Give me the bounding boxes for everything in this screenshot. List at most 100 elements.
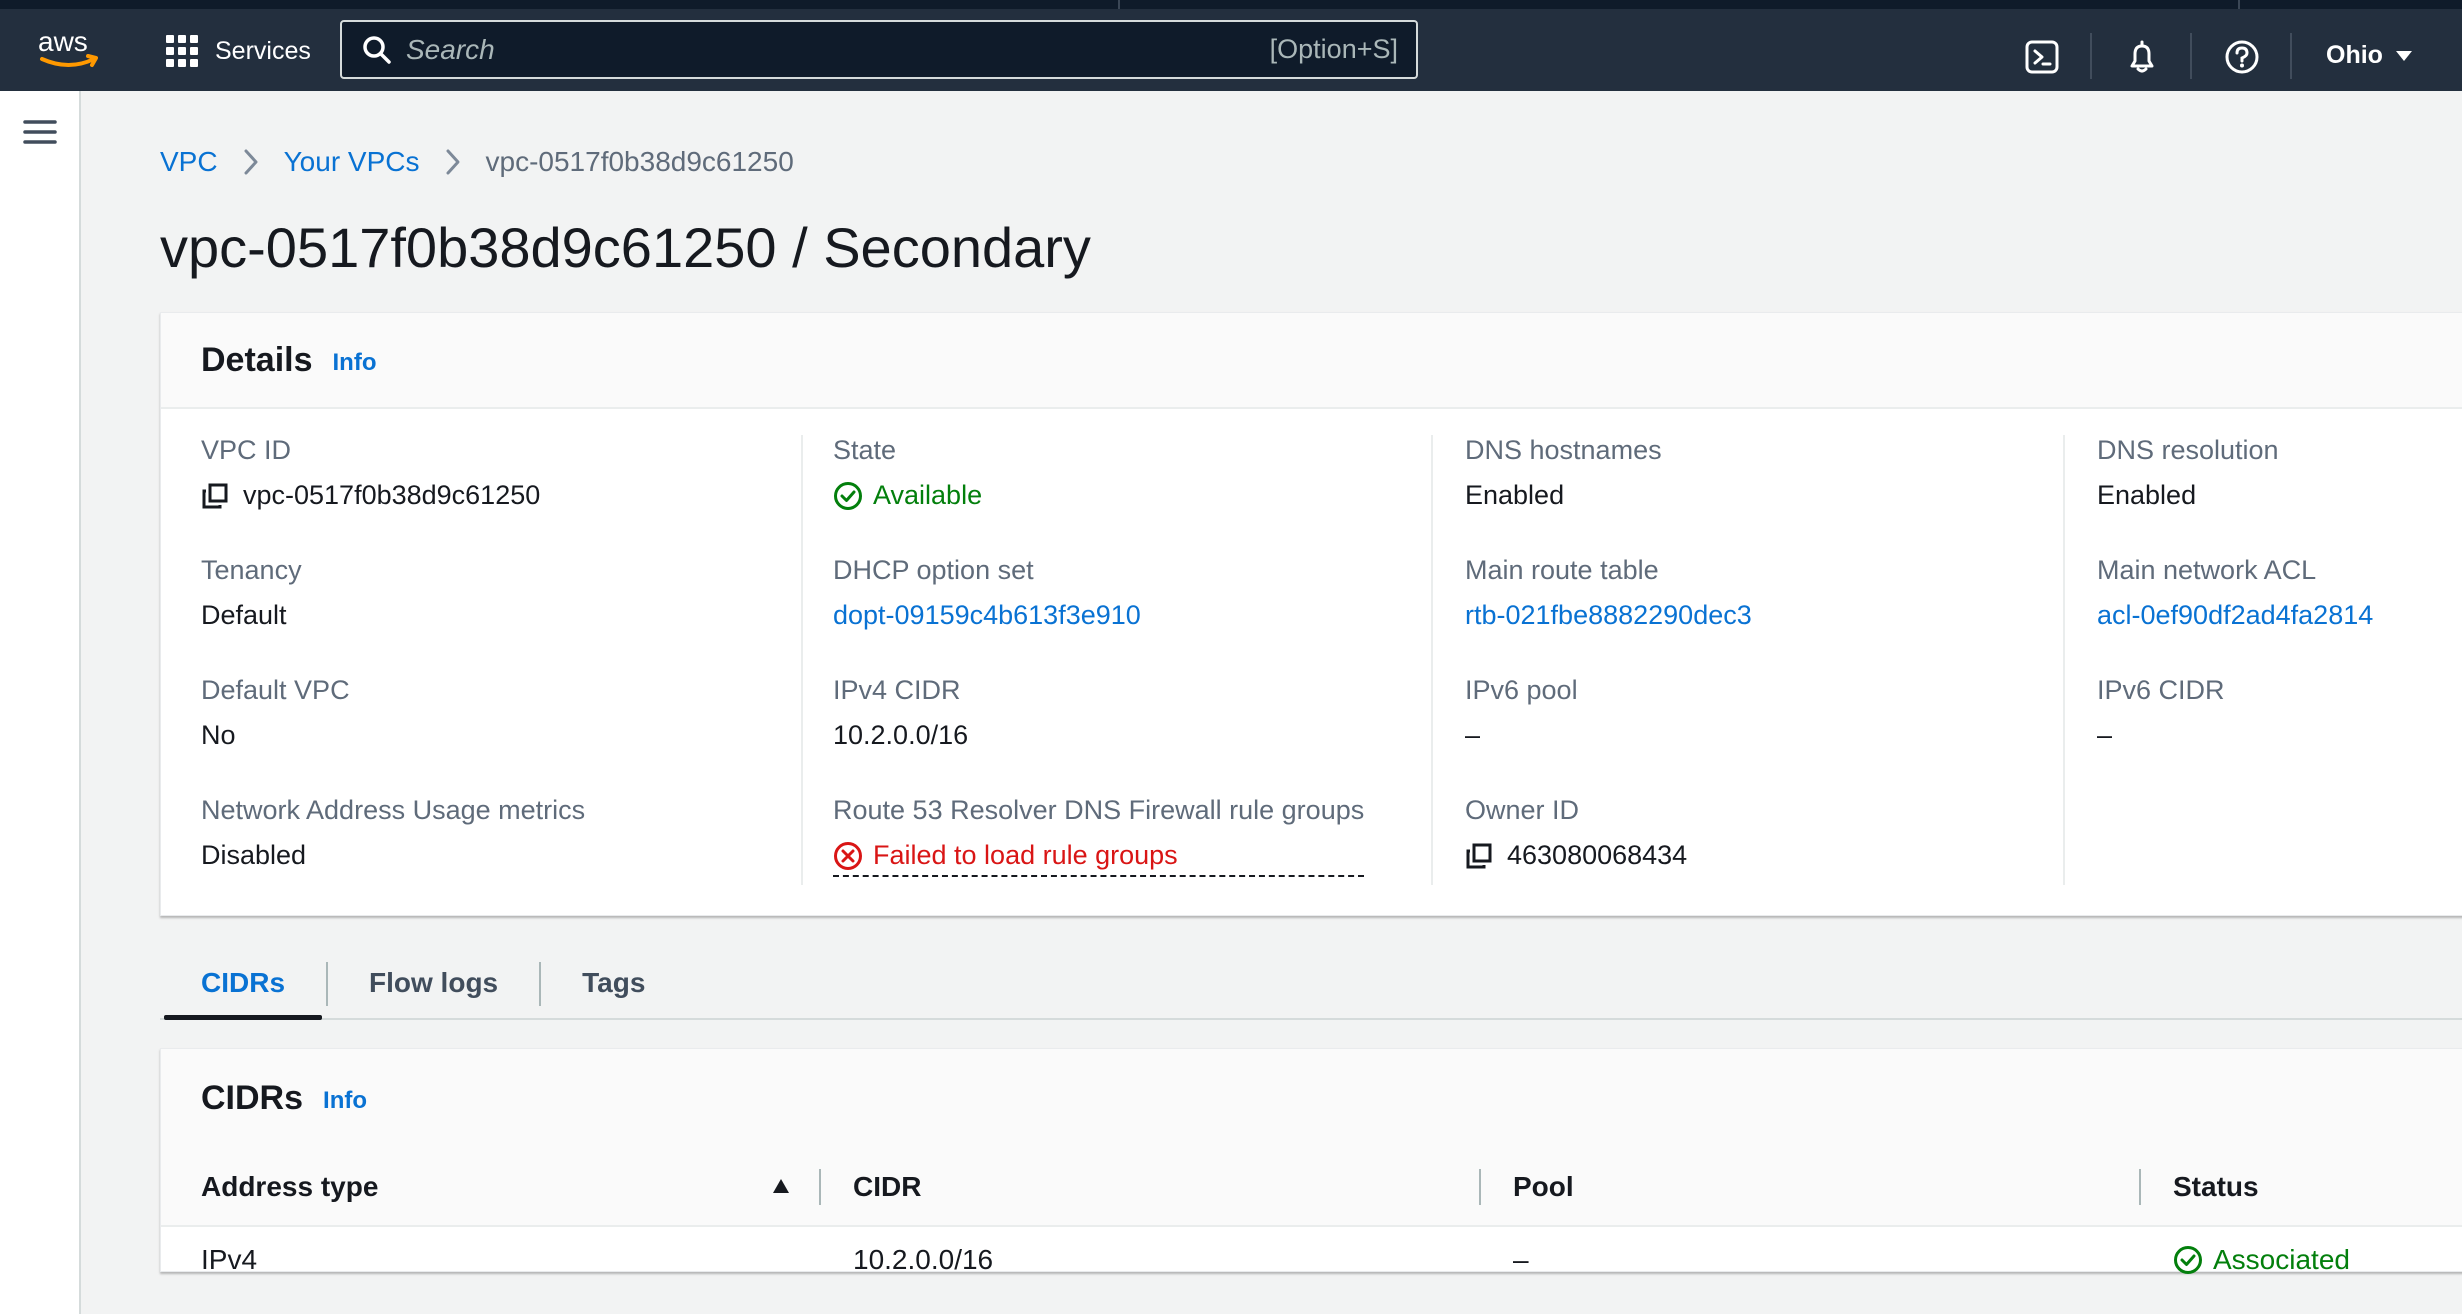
aws-logo-text: aws (38, 26, 88, 57)
top-strip-divider (2238, 0, 2240, 9)
bell-icon[interactable] (2124, 39, 2160, 75)
nav-divider (2090, 33, 2092, 79)
field-label: VPC ID (201, 435, 292, 465)
nav-divider (2190, 33, 2192, 79)
detail-tabs: CIDRs Flow logs Tags (160, 948, 2462, 1020)
chevron-right-icon (446, 149, 460, 175)
success-icon (834, 481, 862, 510)
owner-id-value: 463080068434 (1507, 840, 1688, 870)
top-strip-divider (1118, 0, 1120, 9)
field-label: IPv4 CIDR (833, 675, 961, 705)
field-value: vpc-0517f0b38d9c61250 (201, 480, 540, 511)
field-label: Owner ID (1465, 795, 1580, 825)
help-icon[interactable] (2224, 39, 2260, 75)
column-header-address-type[interactable]: Address type (201, 1147, 378, 1227)
column-divider (801, 435, 803, 885)
breadcrumb-your-vpcs-link[interactable]: Your VPCs (284, 146, 420, 178)
region-selector[interactable]: Ohio (2326, 41, 2413, 70)
details-column-2: State Available DHCP option set dopt-091… (833, 435, 1413, 877)
route53-error-popover[interactable]: Failed to load rule groups (833, 840, 1365, 877)
search-shortcut-hint: [Option+S] (1269, 34, 1398, 64)
field-route53-firewall: Route 53 Resolver DNS Firewall rule grou… (833, 795, 1365, 877)
side-navigation-rail (0, 91, 81, 1314)
region-label: Ohio (2326, 41, 2383, 69)
cell-cidr: 10.2.0.0/16 (853, 1244, 994, 1275)
details-title: Details (201, 340, 313, 379)
vpc-id-value: vpc-0517f0b38d9c61250 (243, 480, 541, 510)
field-ipv4-cidr: IPv4 CIDR 10.2.0.0/16 (833, 675, 968, 751)
search-box[interactable]: [Option+S] (340, 20, 1418, 79)
details-column-1: VPC ID vpc-0517f0b38d9c61250 Tenancy Def… (201, 435, 781, 870)
top-navigation: aws Services [Option+S] (0, 0, 2462, 91)
dhcp-option-set-link[interactable]: dopt-09159c4b613f3e910 (833, 600, 1141, 631)
column-header-pool[interactable]: Pool (1513, 1147, 1574, 1227)
field-label: Main route table (1465, 555, 1659, 585)
field-label: State (833, 435, 897, 465)
ipv6-pool-value: – (1465, 720, 1481, 750)
grid-icon (166, 35, 198, 67)
success-icon (2174, 1246, 2202, 1274)
tab-tags[interactable]: Tags (541, 948, 686, 1018)
error-icon (834, 841, 862, 870)
tenancy-value: Default (201, 600, 287, 630)
breadcrumb-vpc-link[interactable]: VPC (160, 146, 218, 178)
cidrs-panel: CIDRs Info Address type CIDR Pool Status… (160, 1048, 2462, 1275)
field-vpc-id: VPC ID vpc-0517f0b38d9c61250 (201, 435, 540, 511)
field-default-vpc: Default VPC No (201, 675, 350, 751)
column-header-cidr[interactable]: CIDR (853, 1147, 921, 1227)
field-ipv6-pool: IPv6 pool – (1465, 675, 1578, 751)
menu-icon[interactable] (22, 115, 58, 149)
field-label: Main network ACL (2097, 555, 2317, 585)
dns-hostnames-value: Enabled (1465, 480, 1565, 510)
sort-ascending-icon[interactable] (771, 1177, 791, 1195)
table-row[interactable]: IPv4 10.2.0.0/16 – Associated (161, 1229, 2462, 1291)
cidrs-header: CIDRs Info (161, 1049, 2462, 1147)
main-network-acl-link[interactable]: acl-0ef90df2ad4fa2814 (2097, 600, 2373, 631)
field-label: Route 53 Resolver DNS Firewall rule grou… (833, 795, 1365, 825)
column-resizer[interactable] (819, 1169, 821, 1205)
field-ipv6-cidr: IPv6 CIDR – (2097, 675, 2225, 751)
field-state: State Available (833, 435, 982, 511)
column-divider (2063, 435, 2065, 885)
field-label: Default VPC (201, 675, 350, 705)
main-route-table-link[interactable]: rtb-021fbe8882290dec3 (1465, 600, 1752, 631)
cell-address-type: IPv4 (201, 1244, 258, 1275)
field-label: Network Address Usage metrics (201, 795, 586, 825)
services-menu-button[interactable]: Services (165, 31, 311, 71)
field-label: IPv6 CIDR (2097, 675, 2225, 705)
table-header-row: Address type CIDR Pool Status (161, 1147, 2462, 1227)
column-resizer[interactable] (2139, 1169, 2141, 1205)
tab-flow-logs[interactable]: Flow logs (328, 948, 539, 1018)
field-dhcp: DHCP option set dopt-09159c4b613f3e910 (833, 555, 1141, 631)
page-title: vpc-0517f0b38d9c61250 / Secondary (160, 216, 1091, 279)
ipv4-cidr-value: 10.2.0.0/16 (833, 720, 969, 750)
route53-error-text: Failed to load rule groups (873, 840, 1178, 870)
details-panel: Details Info VPC ID vpc-0517f0b38d9c6125… (160, 312, 2462, 916)
column-header-status[interactable]: Status (2173, 1147, 2259, 1227)
field-main-route-table: Main route table rtb-021fbe8882290dec3 (1465, 555, 1752, 631)
column-divider (1431, 435, 1433, 885)
field-label: Tenancy (201, 555, 302, 585)
copy-icon[interactable] (201, 482, 229, 510)
field-label: IPv6 pool (1465, 675, 1578, 705)
breadcrumb: VPC Your VPCs vpc-0517f0b38d9c61250 (160, 146, 794, 178)
field-dns-resolution: DNS resolution Enabled (2097, 435, 2279, 511)
column-resizer[interactable] (1479, 1169, 1481, 1205)
cloudshell-icon[interactable] (2024, 39, 2060, 75)
details-info-link[interactable]: Info (333, 349, 377, 377)
details-column-4: DNS resolution Enabled Main network ACL … (2097, 435, 2457, 845)
caret-down-icon (2395, 50, 2412, 61)
status-text: Associated (2213, 1244, 2350, 1275)
copy-icon[interactable] (1465, 842, 1493, 870)
cell-pool: – (1513, 1244, 1529, 1275)
breadcrumb-current: vpc-0517f0b38d9c61250 (485, 146, 794, 177)
cidrs-info-link[interactable]: Info (323, 1087, 367, 1115)
field-main-network-acl: Main network ACL acl-0ef90df2ad4fa2814 (2097, 555, 2373, 631)
search-input[interactable] (406, 22, 1270, 77)
tab-cidrs[interactable]: CIDRs (160, 948, 326, 1020)
search-icon (363, 35, 391, 64)
default-vpc-value: No (201, 720, 236, 750)
aws-logo[interactable]: aws (36, 23, 102, 73)
field-nau-metrics: Network Address Usage metrics Disabled (201, 795, 585, 871)
field-value: 463080068434 (1465, 840, 1687, 871)
